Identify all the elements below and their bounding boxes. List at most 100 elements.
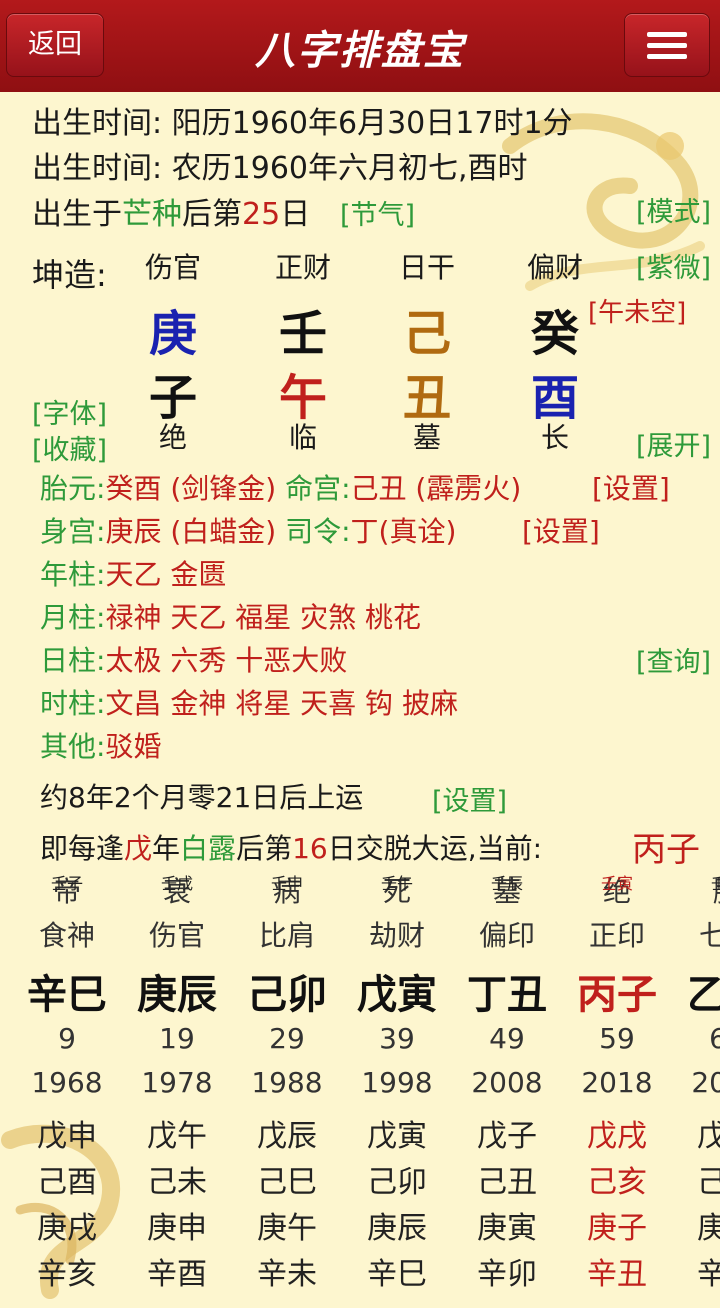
luck-transition-text: 即每逢戊年白露后第16日交脱大运,当前: [40,832,543,865]
dayun-age: 59 [599,1022,635,1055]
shengong-row: 身宫:庚辰 (白蜡金) 司令:丁(真诠) [40,515,457,548]
liunian-year: 庚辰 [367,1211,427,1246]
app-header: 返回 八字排盘宝 [0,0,720,92]
solar-term-info: 出生于芒种后第25日 [32,197,311,232]
liunian-year: 辛酉 [147,1257,207,1292]
dayun-start-year: 1978 [141,1066,213,1099]
rizhu-row: 日柱:太极 六秀 十恶大败 [40,644,348,677]
qita-row: 其他:驳婚 [40,730,162,763]
dayun-column[interactable]: 绝正印 丙子 59 2018 戊戌 己亥 庚子 辛丑 壬寅 [562,870,672,1308]
dayun-start-year: 2028 [691,1066,720,1099]
dayun-age: 29 [269,1022,305,1055]
current-dayun: 丙子 [632,830,700,870]
liunian-year: 庚子 [587,1211,647,1246]
liunian-year: 庚戌 [37,1211,97,1246]
menu-button[interactable] [624,13,710,77]
solar-birth-time: 出生时间: 阳历1960年6月30日17时1分 [32,106,573,141]
chart-label: 坤造: [32,256,107,294]
dayun-column[interactable]: 死劫财 戊寅 39 1998 戊寅 己卯 庚辰 辛巳 壬午 [342,870,452,1308]
yuezhu-row: 月柱:禄神 天乙 福星 灾煞 桃花 [40,601,422,634]
pillar-branch: 午 [278,370,327,426]
liunian-year: 壬辰 [490,874,523,893]
dayun-god: 比肩 [258,919,315,952]
dayun-ganzhi: 己卯 [247,972,327,1018]
pillar-phase: 墓 [412,421,441,454]
app-title: 八字排盘宝 [255,27,465,74]
dayun-column[interactable]: 墓偏印 丁丑 49 2008 戊子 己丑 庚寅 辛卯 壬辰 [452,870,562,1308]
dayun-ganzhi: 辛巳 [27,972,107,1018]
expand-link[interactable]: [展开] [636,424,711,463]
dayun-start-year: 2018 [581,1066,653,1099]
liunian-year: 己未 [147,1165,207,1200]
pillar-hour: 偏财 癸 酉 长 [500,246,610,456]
mode-link[interactable]: [模式] [636,190,711,229]
dayun-age: 49 [489,1022,525,1055]
liunian-year: 辛未 [257,1257,317,1292]
pillar-stem: 庚 [148,306,197,362]
liunian-year: 庚寅 [477,1211,537,1246]
dayun-god: 偏印 [478,919,535,952]
pillar-god: 偏财 [526,251,583,284]
liunian-year: 己酉 [37,1165,97,1200]
liunian-year: 壬午 [380,874,413,893]
liunian-year: 辛巳 [367,1257,427,1292]
set-link-3[interactable]: [设置] [432,779,507,818]
liunian-year: 壬申 [270,874,303,893]
pillar-stem: 癸 [530,306,579,362]
liunian-year: 己丑 [477,1165,537,1200]
liunian-year: 辛亥 [697,1257,720,1292]
set-link-2[interactable]: [设置] [522,510,600,550]
liunian-year: 己卯 [367,1165,427,1200]
dayun-age: 69 [709,1022,720,1055]
dayun-god: 正印 [588,919,645,952]
dayun-column[interactable]: 病比肩 己卯 29 1988 戊辰 己巳 庚午 辛未 壬申 [232,870,342,1308]
dayun-column[interactable]: 帝食神 辛巳 9 1968 戊申 己酉 庚戌 辛亥 壬子 [12,870,122,1308]
liunian-year: 戊申 [37,1119,97,1154]
pillar-phase: 长 [540,421,569,454]
dayun-god: 七杀 [698,919,720,952]
liunian-year: 戊申 [697,1119,720,1154]
lunar-birth-time: 出生时间: 农历1960年六月初七,酉时 [32,151,528,186]
dayun-start-year: 1998 [361,1066,433,1099]
jieqi-link[interactable]: [节气] [340,193,415,232]
dayun-ganzhi: 庚辰 [137,972,217,1018]
liunian-year: 己巳 [257,1165,317,1200]
liunian-year: 壬子 [710,874,720,893]
liunian-year: 戊辰 [257,1119,317,1154]
liunian-year: 壬子 [50,874,83,893]
liunian-year: 辛丑 [587,1257,647,1292]
dayun-god: 伤官 [148,919,205,952]
liunian-year: 戊子 [477,1119,537,1154]
liunian-year: 戊午 [147,1119,207,1154]
pillar-stem: 己 [402,306,451,362]
liunian-year: 庚戌 [697,1211,720,1246]
shizhu-row: 时柱:文昌 金神 将星 天喜 钩 披麻 [40,687,458,720]
dayun-god: 食神 [38,919,95,952]
pillar-god: 伤官 [144,251,201,284]
pillar-day: 日干 己 丑 墓 [372,246,482,456]
liunian-year: 壬寅 [600,874,633,893]
font-link[interactable]: [字体] [32,392,107,431]
dayun-column[interactable]: 衰伤官 庚辰 19 1978 戊午 己未 庚申 辛酉 壬戌 [122,870,232,1308]
pillar-branch: 丑 [402,370,451,426]
dayun-ganzhi: 丙子 [577,972,657,1018]
dayun-age: 9 [58,1022,76,1055]
liunian-year: 庚申 [147,1211,207,1246]
query-link[interactable]: [查询] [636,640,711,679]
collect-link[interactable]: [收藏] [32,428,107,467]
set-link-1[interactable]: [设置] [592,467,670,507]
dayun-ganzhi: 丁丑 [467,972,547,1018]
pillar-stem: 壬 [278,306,327,362]
dayun-table: 帝食神 辛巳 9 1968 戊申 己酉 庚戌 辛亥 壬子衰伤官 庚辰 19 1978 戊午 己未 庚申 辛酉壬… [0,870,720,1308]
dayun-god: 劫财 [368,919,425,952]
ziwei-link[interactable]: [紫微] [636,246,711,285]
pillar-branch: 子 [148,370,197,426]
dayun-ganzhi: 乙亥 [687,972,720,1018]
pillar-year: 伤官 庚 子 绝 [118,246,228,456]
menu-icon [647,32,687,37]
dayun-start-year: 1968 [31,1066,103,1099]
dayun-ganzhi: 戊寅 [357,972,437,1018]
luck-start-text: 约8年2个月零21日后上运 [40,781,364,814]
pillar-phase: 临 [288,421,317,454]
dayun-column[interactable]: 胎七杀乙亥692028戊申己酉庚戌辛亥壬子 [672,870,720,1308]
